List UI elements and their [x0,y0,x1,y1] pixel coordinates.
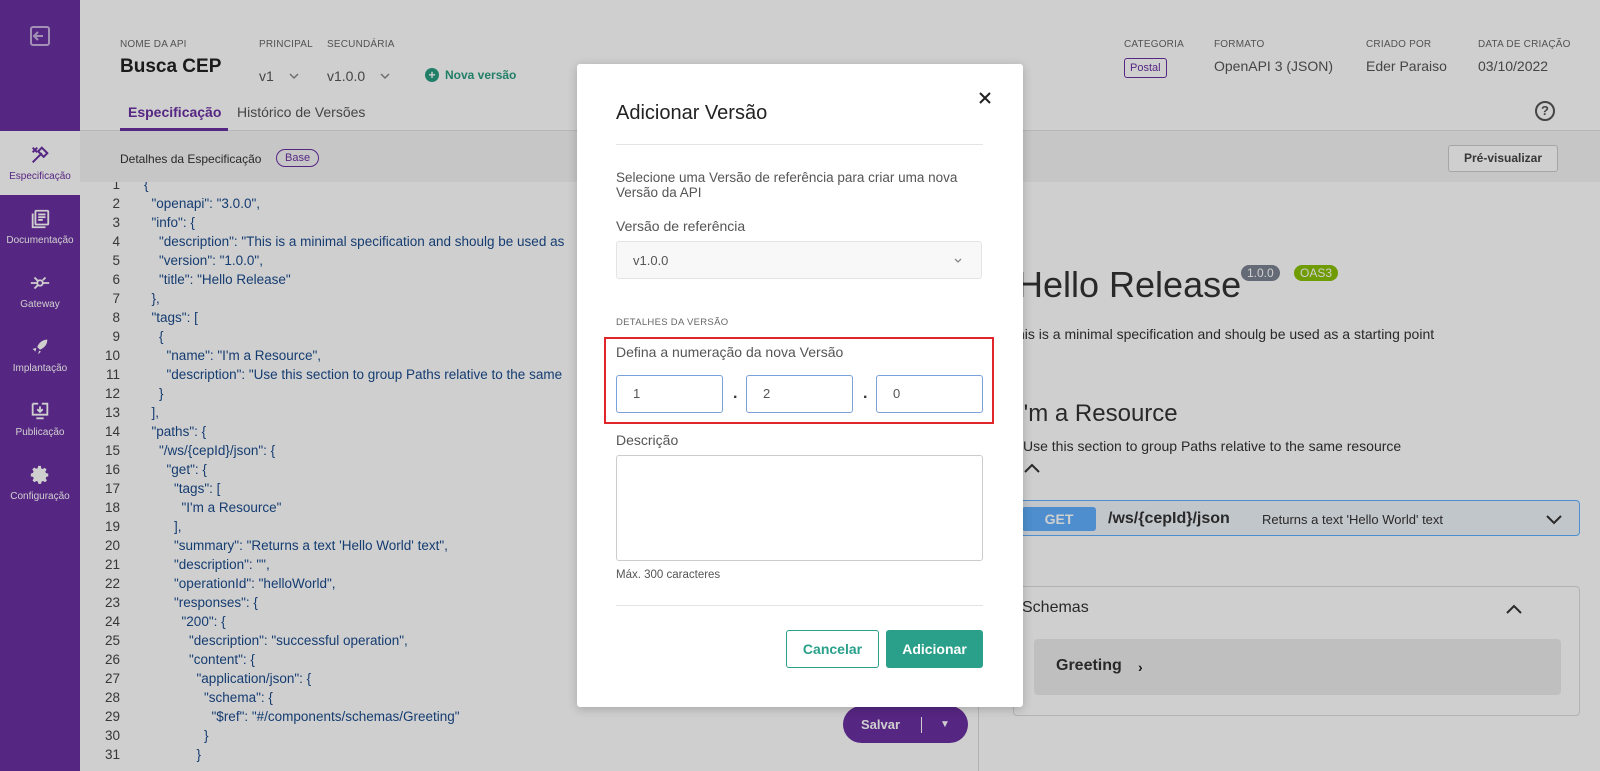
chevron-down-icon [954,258,962,263]
modal-info-text: Selecione uma Versão de referência para … [616,170,958,200]
define-version-label: Defina a numeração da nova Versão [616,344,844,360]
version-separator: . [733,385,738,402]
divider [616,144,983,145]
patch-version-input[interactable]: 0 [876,375,983,413]
reference-version-value: v1.0.0 [633,253,669,268]
close-icon[interactable] [977,90,993,106]
reference-version-label: Versão de referência [616,218,746,234]
description-textarea[interactable] [616,455,983,561]
add-version-modal: Adicionar Versão Selecione uma Versão de… [577,64,1023,707]
version-details-section-label: DETALHES DA VERSÃO [616,317,729,328]
reference-version-select[interactable]: v1.0.0 [616,241,982,279]
divider [616,605,983,606]
minor-version-input[interactable]: 2 [746,375,853,413]
add-button[interactable]: Adicionar [886,630,983,668]
cancel-button[interactable]: Cancelar [786,630,879,668]
modal-title: Adicionar Versão [616,102,768,124]
major-version-input[interactable]: 1 [616,375,723,413]
version-separator: . [863,385,868,402]
max-chars-hint: Máx. 300 caracteres [616,569,721,581]
description-label: Descrição [616,432,679,448]
